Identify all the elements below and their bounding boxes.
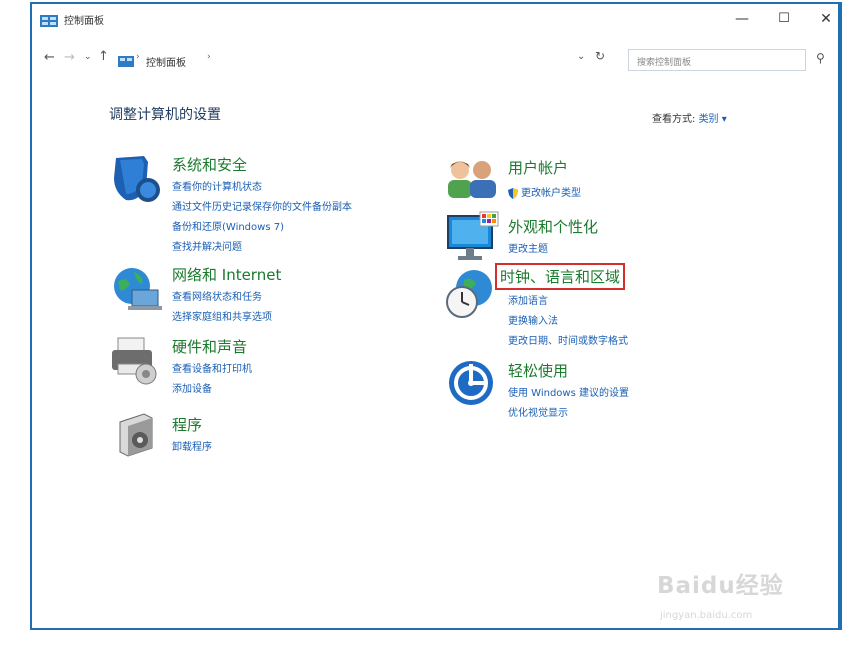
link-backup-restore[interactable]: 备份和还原(Windows 7) — [172, 218, 284, 233]
breadcrumb-separator-icon: › — [136, 52, 140, 62]
search-input[interactable]: 搜索控制面板 — [628, 49, 806, 71]
baidu-watermark: Baidu经验 — [657, 573, 784, 599]
link-optimize-display[interactable]: 优化视觉显示 — [508, 404, 568, 419]
view-by-dropdown[interactable]: 类别 ▾ — [699, 114, 727, 125]
link-file-history-backup[interactable]: 通过文件历史记录保存你的文件备份副本 — [172, 198, 352, 213]
category-user-accounts[interactable]: 用户帐户 — [508, 157, 568, 178]
title-bar: 控制面板 — ☐ ✕ — [32, 4, 838, 34]
shield-icon — [108, 152, 164, 208]
link-change-account-type[interactable]: 更改帐户类型 — [521, 184, 581, 199]
link-add-device[interactable]: 添加设备 — [172, 380, 212, 395]
search-icon[interactable]: ⚲ — [816, 51, 825, 65]
category-hardware-sound[interactable]: 硬件和声音 — [172, 336, 247, 357]
category-clock-language-region[interactable]: 时钟、语言和区域 — [495, 263, 626, 290]
category-programs[interactable]: 程序 — [172, 414, 202, 435]
view-by-label: 查看方式: — [652, 114, 696, 125]
category-ease-of-access[interactable]: 轻松使用 — [508, 360, 568, 381]
clock-globe-icon — [442, 266, 498, 322]
link-recommended-settings[interactable]: 使用 Windows 建议的设置 — [508, 384, 629, 399]
refresh-icon[interactable]: ↻ — [595, 49, 605, 63]
search-placeholder: 搜索控制面板 — [637, 58, 692, 68]
forward-arrow-icon[interactable]: → — [64, 50, 75, 65]
network-globe-icon — [108, 262, 164, 318]
link-network-status[interactable]: 查看网络状态和任务 — [172, 288, 262, 303]
breadcrumb-control-panel[interactable]: 控制面板 — [146, 54, 186, 69]
minimize-button[interactable]: — — [722, 8, 762, 30]
recent-locations-chevron-icon[interactable]: ⌄ — [84, 52, 92, 62]
monitor-icon — [444, 210, 500, 266]
address-dropdown-icon[interactable]: ⌄ — [577, 51, 585, 62]
link-view-computer-status[interactable]: 查看你的计算机状态 — [172, 178, 262, 193]
back-arrow-icon[interactable]: ← — [44, 50, 55, 65]
page-title: 调整计算机的设置 — [109, 107, 221, 123]
control-panel-window: 控制面板 — ☐ ✕ ← → ⌄ ↑ › 控制面板 › ⌄ ↻ 搜索控制面板 ⚲… — [30, 2, 842, 630]
link-add-language[interactable]: 添加语言 — [508, 292, 548, 307]
category-network-internet[interactable]: 网络和 Internet — [172, 264, 281, 285]
category-appearance-personalization[interactable]: 外观和个性化 — [508, 216, 598, 237]
link-change-theme[interactable]: 更改主题 — [508, 240, 548, 255]
link-homegroup-sharing[interactable]: 选择家庭组和共享选项 — [172, 308, 272, 323]
up-arrow-icon[interactable]: ↑ — [98, 49, 109, 64]
control-panel-app-icon — [40, 12, 58, 31]
link-devices-printers[interactable]: 查看设备和打印机 — [172, 360, 252, 375]
printer-icon — [108, 334, 164, 390]
link-change-input-method[interactable]: 更换输入法 — [508, 312, 558, 327]
view-by: 查看方式: 类别 ▾ — [652, 110, 727, 125]
maximize-button[interactable]: ☐ — [764, 8, 804, 30]
close-button[interactable]: ✕ — [806, 8, 846, 30]
link-uninstall-program[interactable]: 卸载程序 — [172, 438, 212, 453]
programs-icon — [114, 408, 170, 464]
baidu-watermark-url: jingyan.baidu.com — [660, 610, 753, 621]
link-change-date-time-format[interactable]: 更改日期、时间或数字格式 — [508, 332, 628, 347]
breadcrumb-location-icon — [118, 52, 134, 71]
breadcrumb-expand-icon[interactable]: › — [207, 52, 211, 62]
users-icon — [444, 156, 500, 212]
category-system-security[interactable]: 系统和安全 — [172, 154, 247, 175]
link-troubleshoot[interactable]: 查找并解决问题 — [172, 238, 242, 253]
uac-shield-icon — [508, 184, 518, 203]
ease-of-access-icon — [446, 358, 502, 414]
window-title: 控制面板 — [64, 16, 104, 27]
